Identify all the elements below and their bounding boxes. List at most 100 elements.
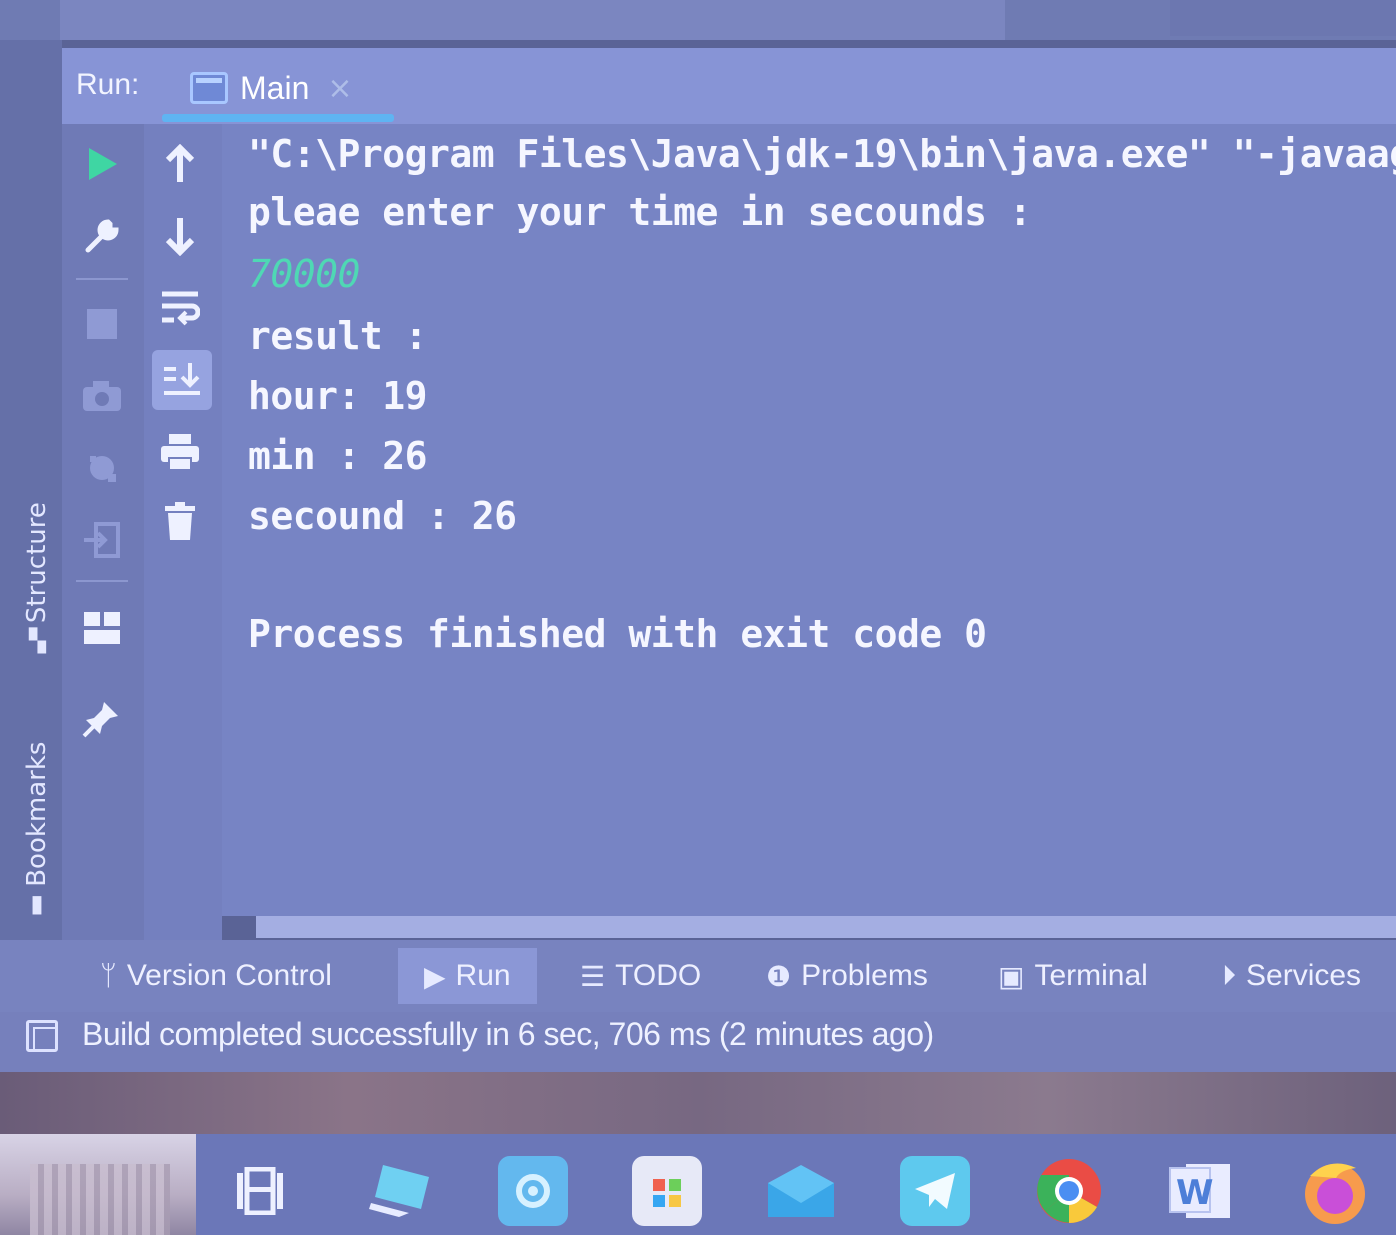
- structure-label: Structure: [22, 502, 52, 624]
- tab-problems[interactable]: ❶ Problems: [766, 948, 928, 1004]
- services-icon: ⏵: [1222, 959, 1237, 991]
- scroll-to-end-icon-shape: [164, 363, 200, 395]
- arrow-up-icon[interactable]: [152, 136, 208, 192]
- active-tab-indicator: [162, 114, 394, 122]
- exit-icon[interactable]: [74, 512, 130, 568]
- file-explorer-icon-shape: [369, 1165, 429, 1217]
- tab-services[interactable]: ⏵ Services: [1222, 948, 1361, 1004]
- stop-icon[interactable]: [74, 296, 130, 352]
- scroll-to-end-icon[interactable]: [152, 350, 212, 410]
- console-line-hour: hour: 19: [248, 374, 428, 418]
- run-tab-icon: ▶: [424, 960, 446, 992]
- structure-tool-tab[interactable]: ▚ Structure: [22, 502, 52, 654]
- layout-icon-shape: [84, 612, 120, 644]
- debug-icon[interactable]: [74, 440, 130, 496]
- tab-todo[interactable]: ☰ TODO: [580, 948, 701, 1004]
- status-window-icon[interactable]: [26, 1020, 58, 1052]
- wrench-icon[interactable]: [74, 208, 130, 264]
- console-line-second: secound : 26: [248, 494, 517, 538]
- top-window-strip: [0, 0, 1396, 40]
- telegram-icon-shape: [915, 1173, 955, 1209]
- bottom-tool-tabs: ᛘ Version Control ▶ Run ☰ TODO ❶ Problem…: [0, 940, 1396, 1012]
- desktop-wallpaper: [0, 1072, 1396, 1134]
- network-icon[interactable]: [498, 1156, 568, 1226]
- toolbar-separator: [76, 580, 128, 582]
- tab-services-label: Services: [1246, 959, 1362, 992]
- stop-icon-shape: [87, 309, 117, 339]
- task-view-icon-shape: [237, 1167, 283, 1215]
- console-line-exit: Process finished with exit code 0: [248, 612, 987, 656]
- console-line-result: result :: [248, 314, 428, 358]
- console-line-min: min : 26: [248, 434, 428, 478]
- tab-terminal-label: Terminal: [1034, 959, 1148, 992]
- toolbar-separator: [76, 278, 128, 280]
- layout-icon[interactable]: [74, 600, 130, 656]
- run-icon[interactable]: [74, 136, 130, 192]
- tab-main-label: Main: [240, 69, 310, 106]
- task-view-icon[interactable]: [226, 1156, 296, 1226]
- camera-icon[interactable]: [74, 368, 130, 424]
- bookmark-icon: ▮: [30, 889, 44, 918]
- run-panel-label: Run:: [76, 68, 140, 101]
- word-icon[interactable]: W: [1166, 1156, 1236, 1226]
- run-icon-shape: [89, 148, 117, 180]
- console-line-prompt: pleae enter your time in secounds :: [248, 190, 1032, 234]
- todo-list-icon: ☰: [580, 960, 606, 992]
- file-explorer-icon[interactable]: [366, 1156, 436, 1226]
- arrow-down-icon-shape: [165, 218, 195, 256]
- taskbar: W: [0, 1134, 1396, 1235]
- tab-terminal[interactable]: ▣ Terminal: [998, 948, 1148, 1004]
- store-icon[interactable]: [632, 1156, 702, 1226]
- soft-wrap-icon[interactable]: [152, 280, 208, 336]
- tab-version-control[interactable]: ᛘ Version Control: [100, 948, 332, 1004]
- tab-main[interactable]: Main ×: [190, 62, 353, 114]
- run-toolbar-secondary: [144, 124, 222, 940]
- chrome-icon-shape: [1037, 1159, 1101, 1224]
- horizontal-scrollbar[interactable]: [256, 916, 1396, 938]
- window-thumbnail[interactable]: [0, 1134, 196, 1235]
- thumbnail-image: [30, 1164, 170, 1235]
- status-bar: Build completed successfully in 6 sec, 7…: [0, 1012, 1396, 1072]
- firefox-icon-shape: [1305, 1163, 1365, 1224]
- trash-icon-shape: [165, 502, 195, 540]
- debug-icon-shape: [90, 456, 116, 482]
- chrome-icon[interactable]: [1034, 1156, 1104, 1226]
- store-icon-shape: [653, 1179, 681, 1207]
- svg-text:W: W: [1176, 1173, 1214, 1213]
- arrow-up-icon-shape: [165, 144, 195, 182]
- editor-area-edge: [60, 0, 1005, 40]
- mail-icon[interactable]: [766, 1156, 836, 1226]
- telegram-icon[interactable]: [900, 1156, 970, 1226]
- word-icon-shape: W: [1169, 1164, 1230, 1218]
- pin-icon[interactable]: [74, 690, 130, 746]
- status-message[interactable]: Build completed successfully in 6 sec, 7…: [82, 1016, 934, 1053]
- exit-icon-shape: [84, 522, 120, 558]
- console-window-icon: [190, 72, 228, 104]
- mail-icon-shape: [768, 1165, 834, 1217]
- arrow-down-icon[interactable]: [152, 208, 208, 264]
- wrench-icon-shape: [85, 219, 119, 253]
- soft-wrap-icon-shape: [162, 291, 200, 326]
- version-control-icon: ᛘ: [100, 960, 117, 991]
- tab-run[interactable]: ▶ Run: [398, 948, 537, 1004]
- firefox-icon[interactable]: [1300, 1156, 1370, 1226]
- console-output[interactable]: "C:\Program Files\Java\jdk-19\bin\java.e…: [222, 124, 1396, 916]
- tab-version-control-label: Version Control: [126, 959, 332, 992]
- console-line-user-input: 70000: [248, 252, 360, 296]
- pin-icon-shape: [82, 702, 118, 738]
- tab-todo-label: TODO: [615, 959, 702, 992]
- print-icon[interactable]: [152, 424, 208, 480]
- run-panel-header: Run: Main ×: [62, 48, 1396, 124]
- bookmarks-tool-tab[interactable]: ▮ Bookmarks: [22, 741, 52, 918]
- tab-close-icon[interactable]: ×: [327, 71, 352, 106]
- camera-icon-shape: [83, 381, 121, 411]
- trash-icon[interactable]: [152, 494, 208, 550]
- console-line-command: "C:\Program Files\Java\jdk-19\bin\java.e…: [248, 132, 1396, 176]
- problems-icon: ❶: [766, 960, 792, 992]
- run-toolbar-primary: [62, 124, 144, 940]
- tab-run-label: Run: [455, 959, 511, 992]
- editor-scroll-edge: [1170, 0, 1396, 36]
- bookmarks-label: Bookmarks: [22, 741, 52, 887]
- structure-icon: ▚: [28, 629, 46, 655]
- network-icon-shape: [516, 1174, 550, 1208]
